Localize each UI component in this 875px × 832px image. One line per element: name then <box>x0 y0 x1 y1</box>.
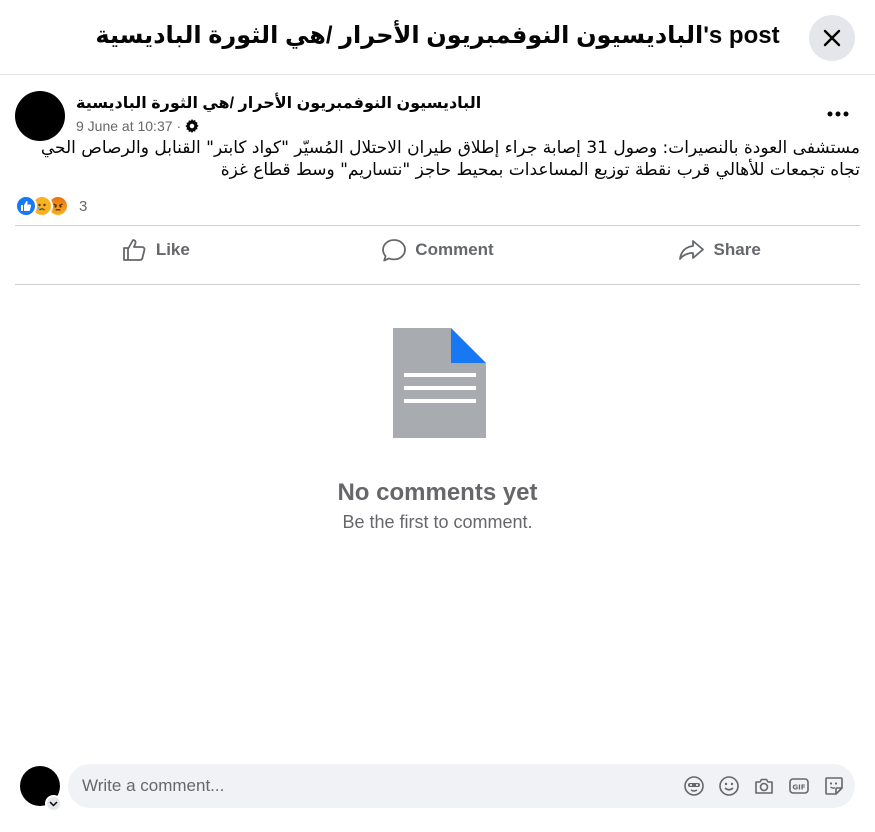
comment-bubble-icon <box>382 239 407 262</box>
no-comments-subtitle: Be the first to comment. <box>342 512 533 532</box>
empty-document-icon <box>393 328 486 438</box>
like-button[interactable]: Like <box>15 228 297 272</box>
gear-icon[interactable] <box>185 119 199 133</box>
svg-text:GIF: GIF <box>792 784 805 792</box>
share-button[interactable]: Share <box>578 228 860 272</box>
dialog-title: الباديسيون النوفمبريون الأحرار /هي الثور… <box>95 22 780 49</box>
post-meta: 9 June at 10:37 · <box>76 118 199 134</box>
post-author-name[interactable]: الباديسيون النوفمبريون الأحرار /هي الثور… <box>76 93 481 113</box>
camera-icon[interactable] <box>753 775 775 797</box>
gif-icon[interactable]: GIF <box>788 775 810 797</box>
reactions-summary[interactable]: 3 <box>15 193 87 219</box>
post-timestamp[interactable]: 9 June at 10:37 <box>76 118 173 134</box>
share-arrow-icon <box>678 240 704 260</box>
comment-composer: GIF <box>68 764 855 808</box>
emoji-icon[interactable] <box>718 775 740 797</box>
profile-switch-button[interactable] <box>45 795 62 812</box>
thumbs-up-icon <box>122 239 146 261</box>
no-comments-title: No comments yet <box>337 479 538 506</box>
divider-bottom <box>15 284 860 285</box>
close-icon <box>823 29 841 47</box>
more-options-icon <box>827 111 849 117</box>
post-text: مستشفى العودة بالنصيرات: وصول 31 إصابة ج… <box>40 138 860 180</box>
dialog-header: الباديسيون النوفمبريون الأحرار /هي الثور… <box>0 0 875 75</box>
post-author-avatar[interactable] <box>15 91 65 141</box>
close-button[interactable] <box>809 15 855 61</box>
post-actions-bar: Like Comment Share <box>15 228 860 272</box>
comment-input[interactable] <box>82 764 642 808</box>
comment-button[interactable]: Comment <box>297 228 579 272</box>
like-label: Like <box>155 240 190 259</box>
like-reaction-icon <box>15 195 37 217</box>
avatar-sticker-icon[interactable] <box>683 775 705 797</box>
post-options-button[interactable] <box>822 100 854 128</box>
comment-label: Comment <box>415 240 494 259</box>
chevron-down-icon <box>49 800 58 807</box>
sticker-icon[interactable] <box>823 775 845 797</box>
share-label: Share <box>713 240 761 259</box>
divider-top <box>15 225 860 226</box>
meta-separator: · <box>176 118 182 134</box>
reaction-count: 3 <box>79 197 88 215</box>
